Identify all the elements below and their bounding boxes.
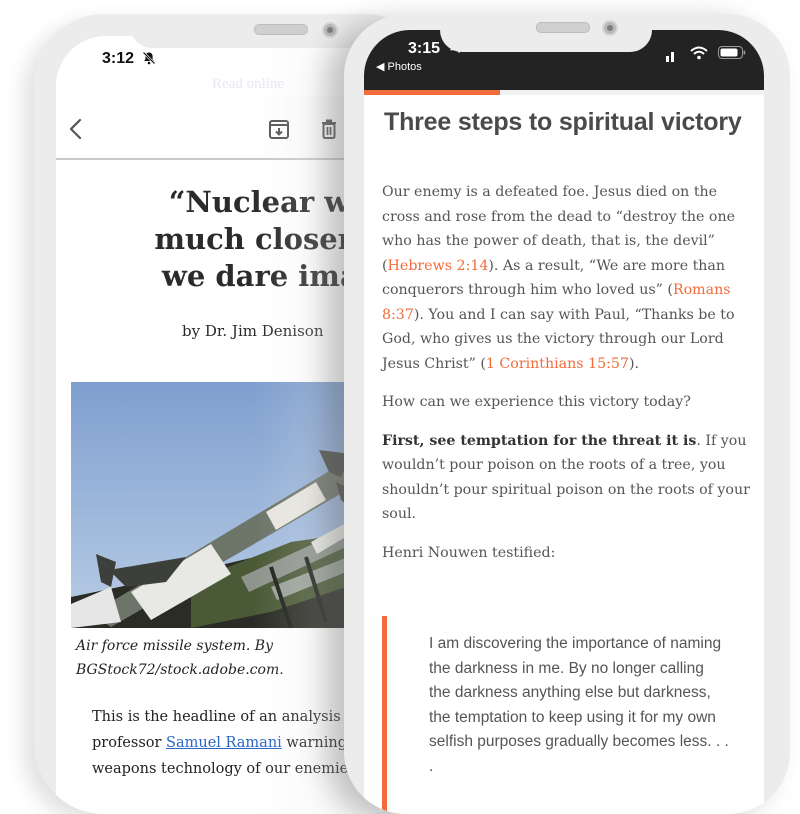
notch	[130, 14, 380, 48]
status-time: 3:12	[102, 50, 135, 67]
paragraph: Henri Nouwen testified:	[382, 544, 556, 561]
reading-progress-fill	[364, 90, 500, 95]
paragraph: Our enemy is a defeated foe. Jesus died …	[382, 180, 752, 376]
wifi-icon	[690, 46, 708, 60]
chevron-left-icon[interactable]	[68, 117, 84, 141]
paragraph: First, see temptation for the threat it …	[382, 429, 752, 527]
read-online-link[interactable]: Read online	[212, 76, 284, 93]
speaker-grille	[254, 24, 308, 35]
front-camera	[322, 22, 338, 38]
scripture-link-hebrews[interactable]: Hebrews 2:14	[388, 258, 489, 274]
front-camera	[602, 20, 618, 36]
samuel-ramani-link[interactable]: Samuel Ramani	[166, 735, 282, 751]
battery-icon	[718, 46, 746, 59]
body-text: professor	[92, 735, 167, 751]
reading-progress-bar	[364, 90, 764, 95]
article-title: Three steps to spiritual victory	[384, 108, 742, 136]
blockquote-text: I am discovering the importance of namin…	[429, 635, 729, 775]
body-text: warning	[281, 735, 348, 751]
article-byline: by Dr. Jim Denison	[182, 322, 324, 340]
paragraph: How can we experience this victory today…	[382, 394, 691, 410]
speaker-grille	[536, 22, 590, 33]
trash-icon[interactable]	[320, 118, 338, 140]
right-phone-screen: 3:15 ◀ Photos Three steps to spiritual v…	[364, 30, 764, 814]
body-text: ).	[628, 355, 639, 372]
notch	[440, 14, 652, 52]
caption-line: Air force missile system. By	[76, 638, 273, 654]
bell-slash-icon	[142, 51, 156, 65]
image-caption: Air force missile system. By BGStock72/s…	[76, 634, 366, 682]
bold-lead: First, see temptation for the threat it …	[382, 432, 697, 449]
missile-image	[71, 382, 361, 628]
back-to-photos-button[interactable]: ◀ Photos	[376, 60, 422, 73]
archive-icon[interactable]	[268, 118, 290, 140]
article-body: Our enemy is a defeated foe. Jesus died …	[382, 180, 752, 579]
status-time: 3:15	[408, 40, 441, 57]
blockquote: I am discovering the importance of namin…	[382, 616, 747, 814]
scripture-link-corinthians[interactable]: 1 Corinthians 15:57	[486, 356, 629, 372]
caption-line: BGStock72/stock.adobe.com.	[76, 662, 284, 678]
right-phone: 3:15 ◀ Photos Three steps to spiritual v…	[344, 14, 790, 814]
signal-icon	[666, 52, 674, 62]
